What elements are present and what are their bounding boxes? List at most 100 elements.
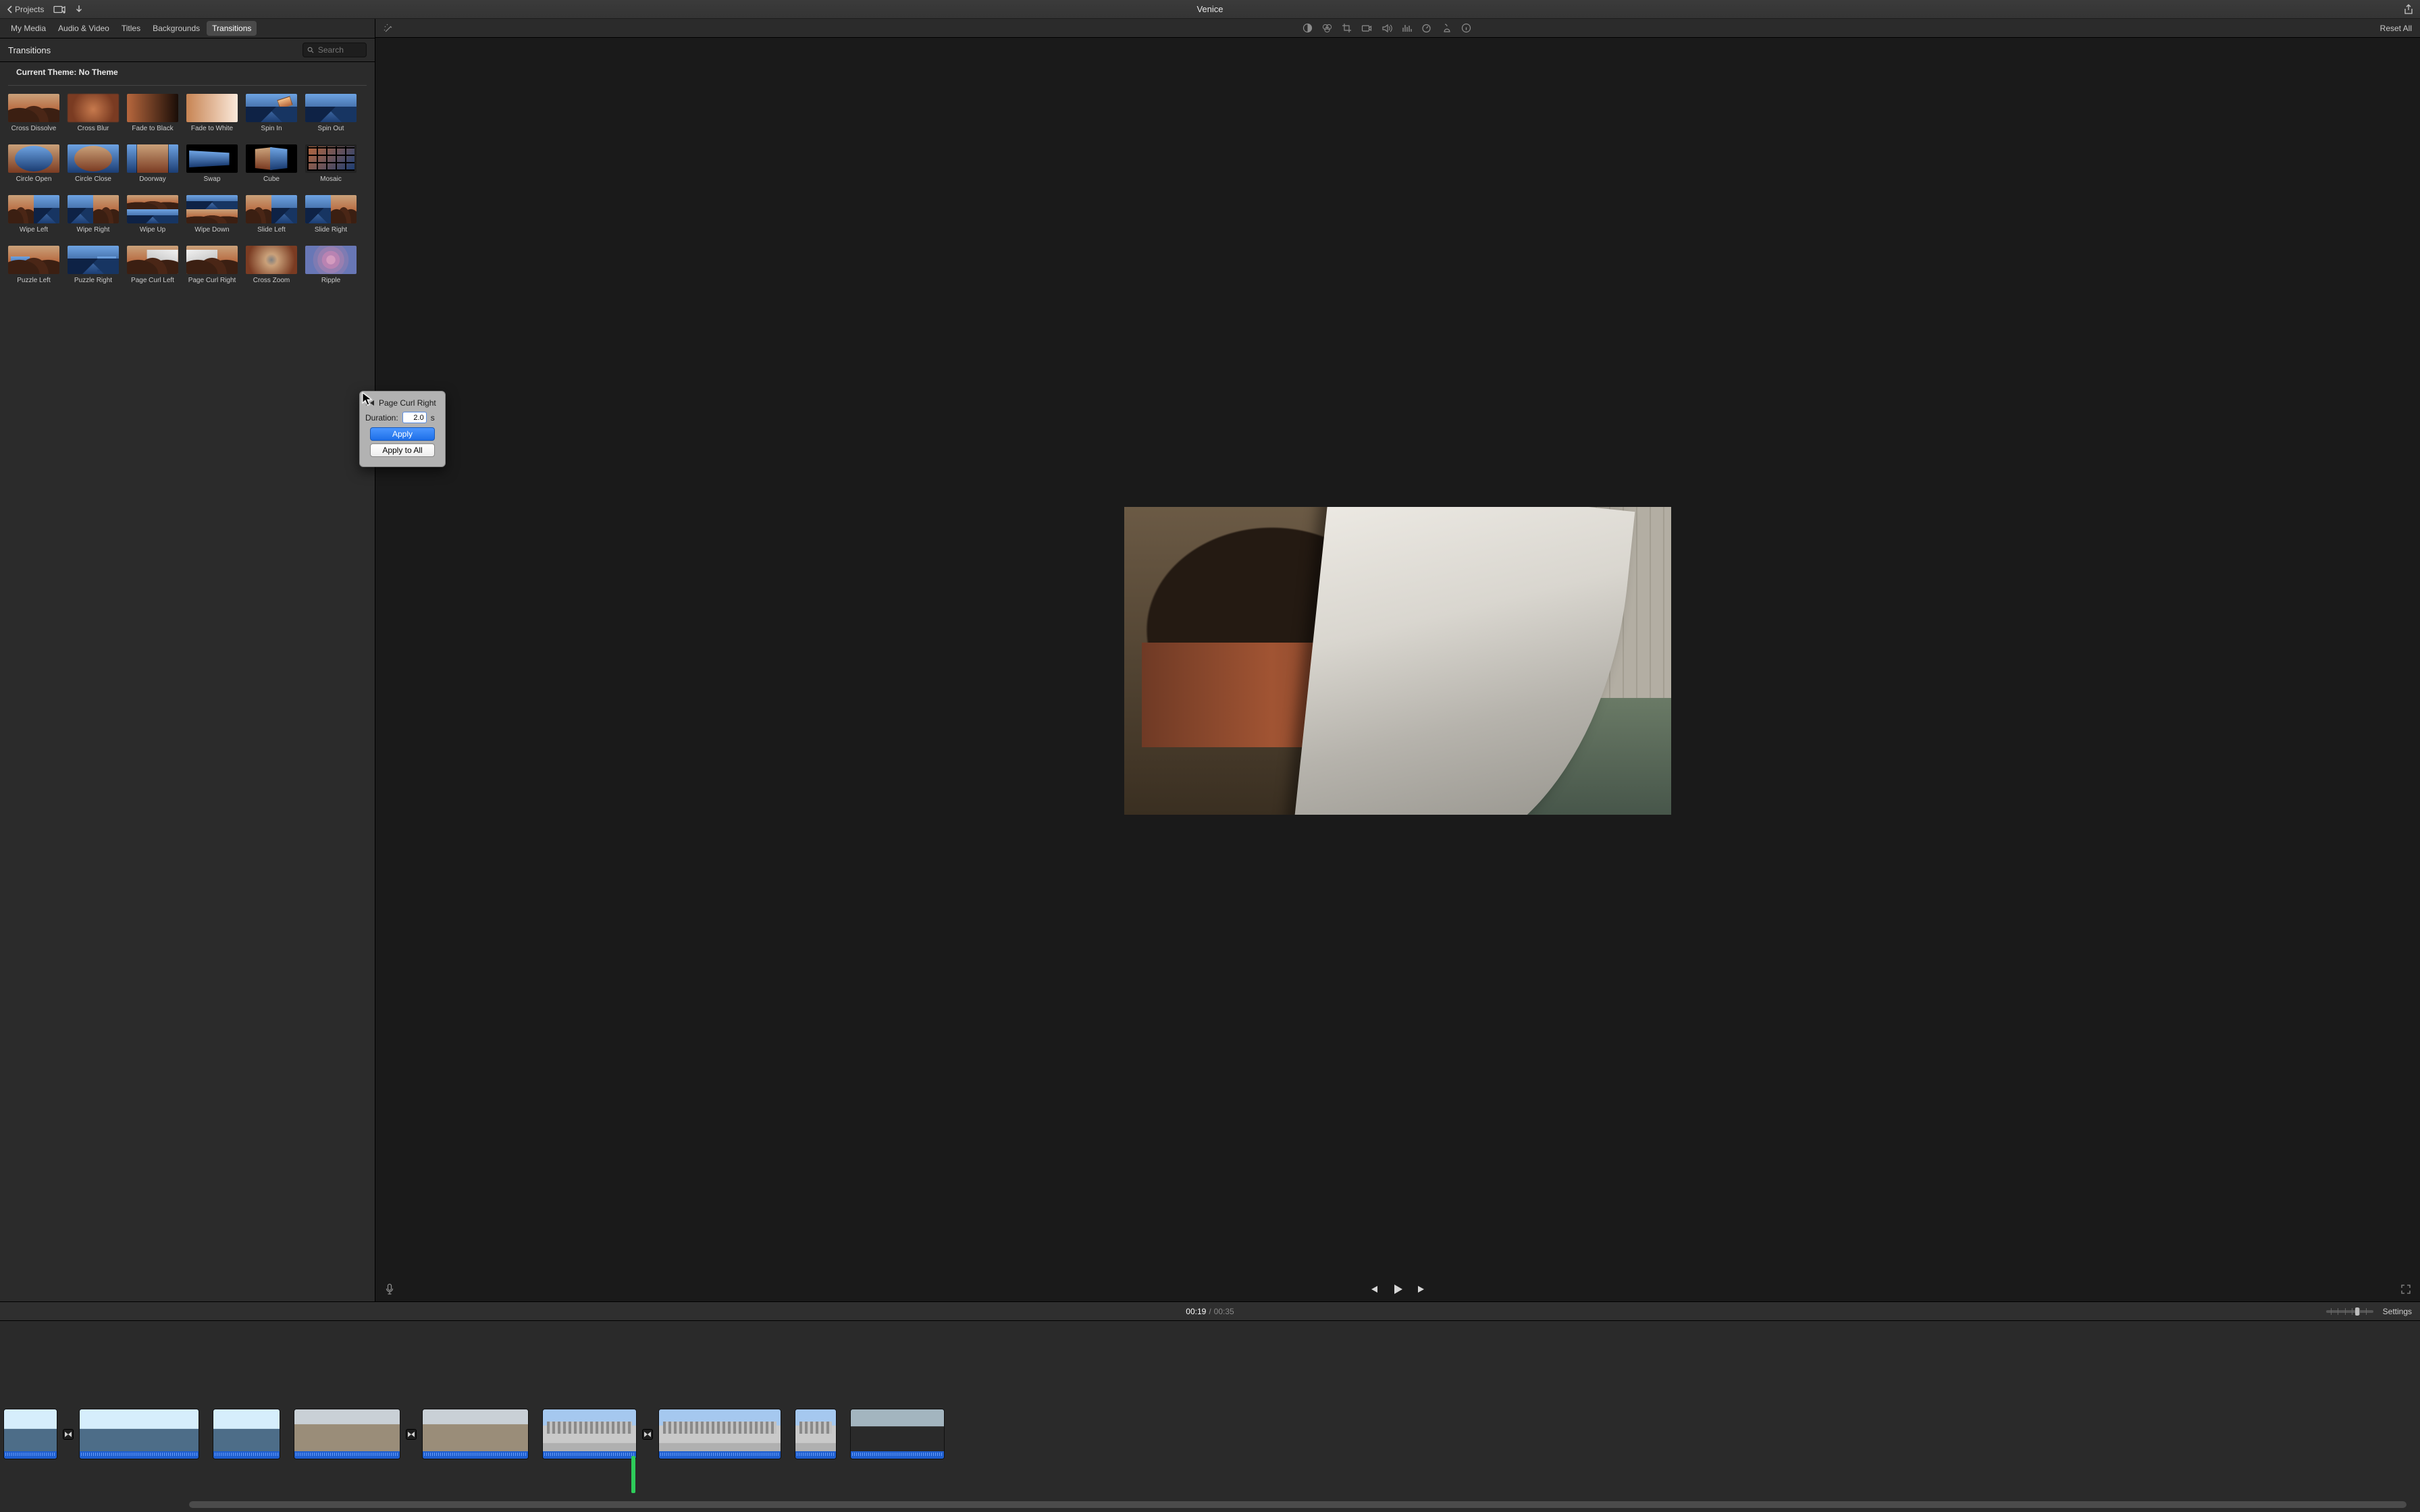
transition-label: Spin In — [261, 125, 282, 132]
reset-all-button[interactable]: Reset All — [2380, 24, 2412, 33]
crop-icon[interactable] — [1342, 23, 1352, 33]
transition-page-curl-right[interactable]: Page Curl Right — [186, 246, 238, 284]
transition-label: Cross Zoom — [253, 277, 290, 284]
transition-slide-right[interactable]: Slide Right — [305, 195, 357, 234]
transition-label: Puzzle Left — [17, 277, 50, 284]
next-button[interactable] — [1417, 1285, 1427, 1294]
prev-button[interactable] — [1368, 1285, 1379, 1294]
timeline-clip[interactable] — [422, 1409, 529, 1459]
transition-label: Cross Blur — [78, 125, 109, 132]
transition-wipe-down[interactable]: Wipe Down — [186, 195, 238, 234]
info-icon[interactable] — [1461, 23, 1471, 33]
back-to-projects-button[interactable]: Projects — [7, 5, 44, 14]
transition-label: Slide Left — [257, 226, 286, 234]
timeline-clip[interactable] — [658, 1409, 781, 1459]
transition-spin-in[interactable]: Spin In — [246, 94, 297, 132]
play-button[interactable] — [1392, 1283, 1403, 1295]
playback-bar — [375, 1277, 2420, 1301]
transition-label: Ripple — [321, 277, 340, 284]
transition-page-curl-left[interactable]: Page Curl Left — [127, 246, 178, 284]
volume-icon[interactable] — [1382, 24, 1392, 33]
speed-icon[interactable] — [1421, 23, 1431, 33]
transition-cross-dissolve[interactable]: Cross Dissolve — [8, 94, 59, 132]
color-correction-icon[interactable] — [1322, 23, 1332, 33]
timeline-clip[interactable] — [79, 1409, 199, 1459]
transition-label: Puzzle Right — [74, 277, 112, 284]
transition-label: Cross Dissolve — [11, 125, 57, 132]
search-box[interactable] — [302, 43, 367, 57]
transition-label: Circle Close — [75, 176, 111, 183]
transition-label: Wipe Up — [140, 226, 165, 234]
timeline-clip[interactable] — [213, 1409, 280, 1459]
duration-label: Duration: — [365, 413, 398, 423]
workspace: My MediaAudio & VideoTitlesBackgroundsTr… — [0, 19, 2420, 1301]
transition-label: Spin Out — [318, 125, 344, 132]
timeline-transition[interactable] — [406, 1429, 417, 1440]
transition-cross-blur[interactable]: Cross Blur — [68, 94, 119, 132]
transition-fade-to-white[interactable]: Fade to White — [186, 94, 238, 132]
transition-mosaic[interactable]: Mosaic — [305, 144, 357, 183]
browser-tab-audio-video[interactable]: Audio & Video — [53, 21, 115, 36]
transition-wipe-up[interactable]: Wipe Up — [127, 195, 178, 234]
apply-button[interactable]: Apply — [370, 427, 435, 441]
transition-slide-left[interactable]: Slide Left — [246, 195, 297, 234]
transition-cross-zoom[interactable]: Cross Zoom — [246, 246, 297, 284]
transition-label: Doorway — [139, 176, 165, 183]
transition-label: Swap — [203, 176, 220, 183]
transitions-grid: Cross Dissolve Cross Blur Fade to BlackFad… — [0, 86, 375, 292]
browser-tab-my-media[interactable]: My Media — [5, 21, 51, 36]
timeline-panel: 00:19/00:35 Settings Page Curl Right Dur… — [0, 1301, 2420, 1512]
timeline-settings-button[interactable]: Settings — [2383, 1307, 2412, 1316]
timeline-zoom-slider[interactable] — [2326, 1310, 2373, 1313]
transition-label: Circle Open — [16, 176, 52, 183]
transition-wipe-left[interactable]: Wipe Left — [8, 195, 59, 234]
transition-wipe-right[interactable]: Wipe Right — [68, 195, 119, 234]
noise-reduction-icon[interactable] — [1402, 24, 1412, 33]
timeline-track-area[interactable] — [0, 1321, 2420, 1512]
timeline-clip[interactable] — [294, 1409, 400, 1459]
timeline-scrollbar[interactable] — [189, 1501, 2406, 1508]
transition-cube[interactable]: Cube — [246, 144, 297, 183]
transition-ripple[interactable]: Ripple — [305, 246, 357, 284]
share-button[interactable] — [2404, 4, 2413, 15]
viewer-panel: Reset All — [375, 19, 2420, 1301]
transition-puzzle-left[interactable]: Puzzle Left — [8, 246, 59, 284]
enhance-wand-icon[interactable] — [384, 23, 394, 34]
browser-tab-transitions[interactable]: Transitions — [207, 21, 257, 36]
timeline-clip[interactable] — [542, 1409, 637, 1459]
browser-tabs: My MediaAudio & VideoTitlesBackgroundsTr… — [0, 19, 375, 38]
duration-unit: s — [431, 413, 435, 423]
preview-canvas[interactable] — [375, 38, 2420, 1277]
browser-section-title: Transitions — [8, 45, 51, 55]
stabilization-icon[interactable] — [1361, 24, 1372, 33]
titlebar: Projects Venice — [0, 0, 2420, 19]
effects-icon[interactable] — [1441, 24, 1452, 33]
browser-tab-titles[interactable]: Titles — [116, 21, 146, 36]
playhead-marker[interactable] — [631, 1456, 635, 1493]
transition-puzzle-right[interactable]: Puzzle Right — [68, 246, 119, 284]
timeline-clip[interactable] — [850, 1409, 945, 1459]
transition-swap[interactable]: Swap — [186, 144, 238, 183]
import-media-button[interactable] — [53, 5, 65, 14]
duration-input[interactable] — [402, 412, 427, 423]
transition-doorway[interactable]: Doorway — [127, 144, 178, 183]
timeline-clip[interactable] — [3, 1409, 57, 1459]
download-icon[interactable] — [75, 5, 83, 14]
transition-label: Wipe Right — [77, 226, 110, 234]
transition-circle-close[interactable]: Circle Close — [68, 144, 119, 183]
transition-fade-to-black[interactable]: Fade to Black — [127, 94, 178, 132]
browser-tab-backgrounds[interactable]: Backgrounds — [147, 21, 205, 36]
timeline-clip[interactable] — [795, 1409, 837, 1459]
transition-circle-open[interactable]: Circle Open — [8, 144, 59, 183]
timeline-transition[interactable] — [642, 1429, 653, 1440]
transition-label: Wipe Left — [20, 226, 48, 234]
cursor-icon — [362, 392, 373, 407]
voiceover-icon[interactable] — [385, 1283, 394, 1295]
color-balance-icon[interactable] — [1303, 23, 1313, 33]
transition-label: Cube — [263, 176, 280, 183]
transition-spin-out[interactable]: Spin Out — [305, 94, 357, 132]
search-input[interactable] — [317, 45, 362, 55]
fullscreen-icon[interactable] — [2401, 1285, 2411, 1294]
apply-to-all-button[interactable]: Apply to All — [370, 443, 435, 457]
timeline-transition[interactable] — [63, 1429, 74, 1440]
